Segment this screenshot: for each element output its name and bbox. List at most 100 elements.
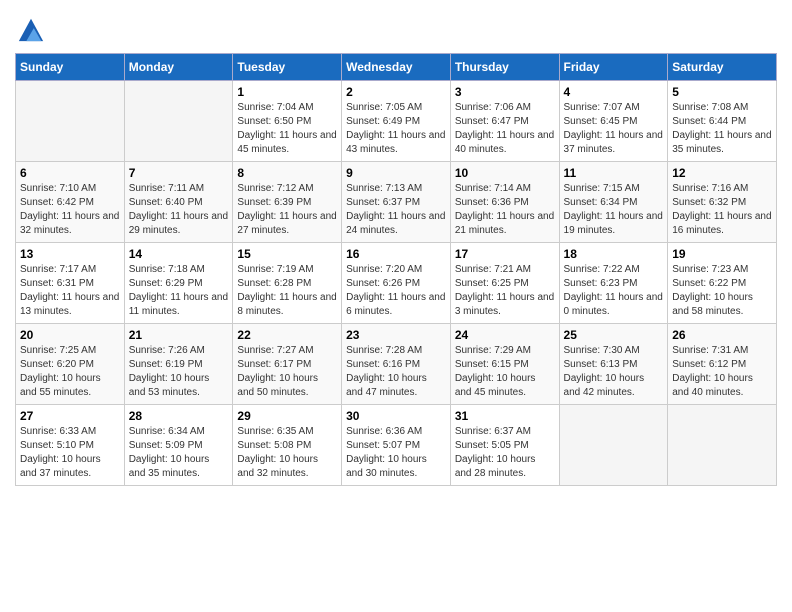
day-number: 9: [346, 166, 446, 180]
day-number: 6: [20, 166, 120, 180]
day-info: Sunrise: 7:04 AM Sunset: 6:50 PM Dayligh…: [237, 101, 337, 157]
day-info: Sunrise: 7:31 AM Sunset: 6:12 PM Dayligh…: [672, 344, 772, 400]
day-cell: 17 Sunrise: 7:21 AM Sunset: 6:25 PM Dayli…: [450, 243, 559, 324]
day-cell: 15 Sunrise: 7:19 AM Sunset: 6:28 PM Dayli…: [233, 243, 342, 324]
day-cell: 31 Sunrise: 6:37 AM Sunset: 5:05 PM Dayli…: [450, 405, 559, 486]
day-cell: 11 Sunrise: 7:15 AM Sunset: 6:34 PM Dayli…: [559, 162, 668, 243]
day-cell: [16, 81, 125, 162]
day-number: 16: [346, 247, 446, 261]
day-cell: 14 Sunrise: 7:18 AM Sunset: 6:29 PM Dayli…: [124, 243, 233, 324]
day-cell: [559, 405, 668, 486]
day-number: 23: [346, 328, 446, 342]
day-cell: 28Sunrise: 6:34 AM Sunset: 5:09 PM Dayli…: [124, 405, 233, 486]
day-number: 25: [564, 328, 664, 342]
day-info: Sunrise: 6:33 AM Sunset: 5:10 PM Dayligh…: [20, 425, 120, 481]
header-saturday: Saturday: [668, 54, 777, 81]
day-number: 14: [129, 247, 229, 261]
day-info: Sunrise: 7:19 AM Sunset: 6:28 PM Dayligh…: [237, 263, 337, 319]
day-cell: 10 Sunrise: 7:14 AM Sunset: 6:36 PM Dayli…: [450, 162, 559, 243]
day-info: Sunrise: 7:13 AM Sunset: 6:37 PM Dayligh…: [346, 182, 446, 238]
day-number: 11: [564, 166, 664, 180]
day-cell: 24Sunrise: 7:29 AM Sunset: 6:15 PM Dayli…: [450, 324, 559, 405]
header-thursday: Thursday: [450, 54, 559, 81]
day-cell: 16 Sunrise: 7:20 AM Sunset: 6:26 PM Dayli…: [342, 243, 451, 324]
day-info: Sunrise: 6:34 AM Sunset: 5:09 PM Dayligh…: [129, 425, 229, 481]
day-number: 22: [237, 328, 337, 342]
day-cell: 8Sunrise: 7:12 AM Sunset: 6:39 PM Daylig…: [233, 162, 342, 243]
day-cell: 23Sunrise: 7:28 AM Sunset: 6:16 PM Dayli…: [342, 324, 451, 405]
day-info: Sunrise: 7:06 AM Sunset: 6:47 PM Dayligh…: [455, 101, 555, 157]
day-number: 17: [455, 247, 555, 261]
week-row-3: 13 Sunrise: 7:17 AM Sunset: 6:31 PM Dayli…: [16, 243, 777, 324]
day-number: 29: [237, 409, 337, 423]
day-info: Sunrise: 7:05 AM Sunset: 6:49 PM Dayligh…: [346, 101, 446, 157]
day-cell: 6 Sunrise: 7:10 AM Sunset: 6:42 PM Daylig…: [16, 162, 125, 243]
week-row-2: 6 Sunrise: 7:10 AM Sunset: 6:42 PM Daylig…: [16, 162, 777, 243]
day-info: Sunrise: 6:37 AM Sunset: 5:05 PM Dayligh…: [455, 425, 555, 481]
day-info: Sunrise: 7:22 AM Sunset: 6:23 PM Dayligh…: [564, 263, 664, 319]
header-wednesday: Wednesday: [342, 54, 451, 81]
day-number: 31: [455, 409, 555, 423]
day-cell: [668, 405, 777, 486]
day-info: Sunrise: 7:08 AM Sunset: 6:44 PM Dayligh…: [672, 101, 772, 157]
day-info: Sunrise: 7:20 AM Sunset: 6:26 PM Dayligh…: [346, 263, 446, 319]
day-cell: 3 Sunrise: 7:06 AM Sunset: 6:47 PM Daylig…: [450, 81, 559, 162]
day-number: 1: [237, 85, 337, 99]
day-cell: 12 Sunrise: 7:16 AM Sunset: 6:32 PM Dayli…: [668, 162, 777, 243]
day-number: 21: [129, 328, 229, 342]
calendar-container: SundayMondayTuesdayWednesdayThursdayFrid…: [0, 0, 792, 496]
calendar-table: SundayMondayTuesdayWednesdayThursdayFrid…: [15, 53, 777, 486]
day-cell: 1 Sunrise: 7:04 AM Sunset: 6:50 PM Daylig…: [233, 81, 342, 162]
day-number: 26: [672, 328, 772, 342]
logo: [15, 15, 47, 43]
day-cell: 30 Sunrise: 6:36 AM Sunset: 5:07 PM Dayli…: [342, 405, 451, 486]
day-cell: 19 Sunrise: 7:23 AM Sunset: 6:22 PM Dayli…: [668, 243, 777, 324]
day-cell: 13 Sunrise: 7:17 AM Sunset: 6:31 PM Dayli…: [16, 243, 125, 324]
day-info: Sunrise: 7:23 AM Sunset: 6:22 PM Dayligh…: [672, 263, 772, 319]
day-cell: 27 Sunrise: 6:33 AM Sunset: 5:10 PM Dayli…: [16, 405, 125, 486]
day-info: Sunrise: 7:10 AM Sunset: 6:42 PM Dayligh…: [20, 182, 120, 238]
calendar-header-row: SundayMondayTuesdayWednesdayThursdayFrid…: [16, 54, 777, 81]
day-number: 19: [672, 247, 772, 261]
day-info: Sunrise: 6:35 AM Sunset: 5:08 PM Dayligh…: [237, 425, 337, 481]
day-info: Sunrise: 7:11 AM Sunset: 6:40 PM Dayligh…: [129, 182, 229, 238]
day-number: 3: [455, 85, 555, 99]
day-cell: 9 Sunrise: 7:13 AM Sunset: 6:37 PM Daylig…: [342, 162, 451, 243]
day-cell: 25Sunrise: 7:30 AM Sunset: 6:13 PM Dayli…: [559, 324, 668, 405]
day-cell: 4 Sunrise: 7:07 AM Sunset: 6:45 PM Daylig…: [559, 81, 668, 162]
day-info: Sunrise: 7:12 AM Sunset: 6:39 PM Dayligh…: [237, 182, 337, 238]
day-info: Sunrise: 7:21 AM Sunset: 6:25 PM Dayligh…: [455, 263, 555, 319]
header-sunday: Sunday: [16, 54, 125, 81]
day-cell: 21 Sunrise: 7:26 AM Sunset: 6:19 PM Dayli…: [124, 324, 233, 405]
day-info: Sunrise: 7:16 AM Sunset: 6:32 PM Dayligh…: [672, 182, 772, 238]
day-number: 7: [129, 166, 229, 180]
day-number: 10: [455, 166, 555, 180]
header-tuesday: Tuesday: [233, 54, 342, 81]
day-info: Sunrise: 7:07 AM Sunset: 6:45 PM Dayligh…: [564, 101, 664, 157]
header-monday: Monday: [124, 54, 233, 81]
day-info: Sunrise: 7:18 AM Sunset: 6:29 PM Dayligh…: [129, 263, 229, 319]
day-cell: 29 Sunrise: 6:35 AM Sunset: 5:08 PM Dayli…: [233, 405, 342, 486]
day-number: 15: [237, 247, 337, 261]
week-row-4: 20Sunrise: 7:25 AM Sunset: 6:20 PM Dayli…: [16, 324, 777, 405]
day-number: 13: [20, 247, 120, 261]
day-number: 27: [20, 409, 120, 423]
day-info: Sunrise: 6:36 AM Sunset: 5:07 PM Dayligh…: [346, 425, 446, 481]
week-row-1: 1 Sunrise: 7:04 AM Sunset: 6:50 PM Daylig…: [16, 81, 777, 162]
day-info: Sunrise: 7:17 AM Sunset: 6:31 PM Dayligh…: [20, 263, 120, 319]
day-number: 4: [564, 85, 664, 99]
day-number: 18: [564, 247, 664, 261]
day-info: Sunrise: 7:15 AM Sunset: 6:34 PM Dayligh…: [564, 182, 664, 238]
day-info: Sunrise: 7:14 AM Sunset: 6:36 PM Dayligh…: [455, 182, 555, 238]
day-number: 5: [672, 85, 772, 99]
day-cell: 5 Sunrise: 7:08 AM Sunset: 6:44 PM Daylig…: [668, 81, 777, 162]
day-number: 2: [346, 85, 446, 99]
header-friday: Friday: [559, 54, 668, 81]
week-row-5: 27 Sunrise: 6:33 AM Sunset: 5:10 PM Dayli…: [16, 405, 777, 486]
day-number: 30: [346, 409, 446, 423]
day-info: Sunrise: 7:26 AM Sunset: 6:19 PM Dayligh…: [129, 344, 229, 400]
day-cell: 22Sunrise: 7:27 AM Sunset: 6:17 PM Dayli…: [233, 324, 342, 405]
day-number: 12: [672, 166, 772, 180]
day-info: Sunrise: 7:25 AM Sunset: 6:20 PM Dayligh…: [20, 344, 120, 400]
day-cell: 20Sunrise: 7:25 AM Sunset: 6:20 PM Dayli…: [16, 324, 125, 405]
